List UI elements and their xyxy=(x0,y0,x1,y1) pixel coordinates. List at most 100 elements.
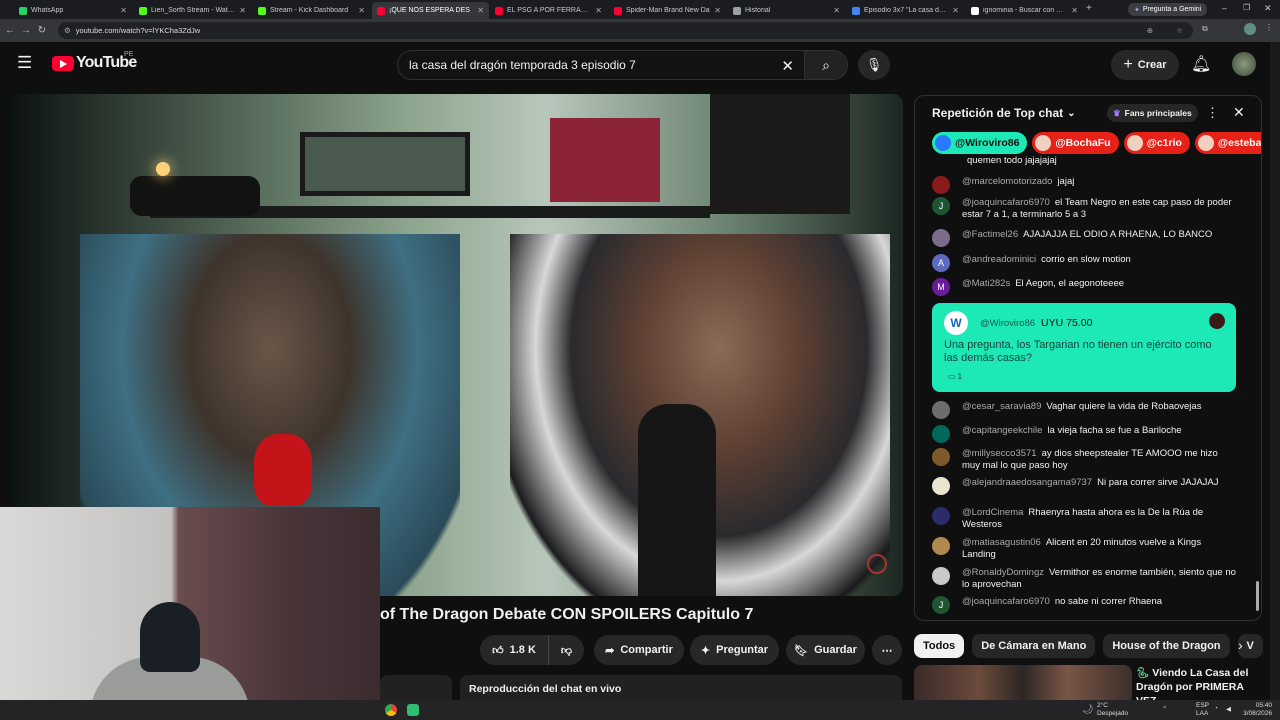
chat-author[interactable]: @joaquincafaro6970 xyxy=(962,197,1050,208)
dislike-button[interactable]: 👎︎ xyxy=(548,635,584,665)
chat-message[interactable]: @Factimel26 AJAJAJJA EL ODIO A RHAENA, LO… xyxy=(932,229,1237,247)
browser-menu-icon[interactable]: ⋮ xyxy=(1265,23,1273,32)
chat-author[interactable]: @RonaldyDomingz xyxy=(962,567,1044,578)
chat-author[interactable]: @alejandraaedosangama9737 xyxy=(962,477,1092,488)
browser-tab[interactable]: Spider-Man Brand New Da ✕ xyxy=(609,2,726,19)
chat-message[interactable]: quemen todo jajajajaj xyxy=(932,155,1237,173)
chat-avatar[interactable] xyxy=(932,176,950,194)
browser-tab[interactable]: Lien_Sorth Stream - Watch Live✕ xyxy=(134,2,251,19)
browser-tab[interactable]: ¡QUE NOS ESPERA DES ✕ xyxy=(372,2,489,19)
chat-scrollbar[interactable] xyxy=(1256,581,1259,611)
tab-close-icon[interactable]: ✕ xyxy=(477,6,484,15)
chat-avatar[interactable] xyxy=(932,567,950,585)
save-button[interactable]: 🔖︎ Guardar xyxy=(786,635,865,665)
superchat-heart-icon[interactable] xyxy=(1209,313,1225,329)
chat-avatar[interactable] xyxy=(932,229,950,247)
back-icon[interactable]: ← xyxy=(2,25,18,36)
browser-tab[interactable]: WhatsApp ✕ xyxy=(14,2,132,19)
tab-close-icon[interactable]: ✕ xyxy=(1071,6,1078,15)
wifi-icon[interactable]: ◔ xyxy=(1214,705,1218,712)
chat-message[interactable]: A @andreadominici corrio en slow motion xyxy=(932,254,1237,272)
supporter-chip[interactable]: @c1rio xyxy=(1123,132,1190,154)
chat-message[interactable]: @cesar_saravia89 Vaghar quiere la vida de… xyxy=(932,401,1237,419)
account-avatar[interactable] xyxy=(1232,52,1256,76)
youtube-logo-icon[interactable] xyxy=(52,56,74,71)
chat-author[interactable]: @joaquincafaro6970 xyxy=(962,596,1050,607)
browser-tab[interactable]: Stream - Kick Dashboard ✕ xyxy=(253,2,370,19)
site-info-icon[interactable]: ⚙ xyxy=(64,26,71,35)
browser-tab[interactable]: ignominia - Buscar con Google ✕ xyxy=(966,2,1083,19)
tab-close-icon[interactable]: ✕ xyxy=(595,6,602,15)
chat-options-icon[interactable]: ⋮ xyxy=(1206,105,1219,121)
tray-chevron-icon[interactable]: ⌃ xyxy=(1162,705,1167,713)
chevron-right-icon[interactable]: › xyxy=(1238,637,1243,653)
tab-close-icon[interactable]: ✕ xyxy=(952,6,959,15)
bookmark-star-icon[interactable]: ☆ xyxy=(1176,26,1183,35)
chat-author[interactable]: @cesar_saravia89 xyxy=(962,401,1041,412)
supporter-chip[interactable]: @Wiroviro86 xyxy=(932,132,1028,154)
minimize-icon[interactable]: – xyxy=(1222,3,1227,13)
search-button[interactable]: ⌕ xyxy=(804,50,848,80)
supporter-chip[interactable]: @esteban xyxy=(1194,132,1261,154)
chat-avatar[interactable] xyxy=(932,537,950,555)
notifications-bell-icon[interactable]: 🔔︎ xyxy=(1191,54,1211,74)
chrome-taskbar-icon[interactable] xyxy=(385,704,397,716)
gemini-button[interactable]: ✦ Pregunta a Gemini xyxy=(1128,3,1208,16)
more-actions-button[interactable]: ⋯ xyxy=(872,635,902,665)
volume-icon[interactable]: ◀ xyxy=(1226,705,1231,713)
create-button[interactable]: + Crear xyxy=(1111,50,1179,80)
filter-chip[interactable]: Todos xyxy=(914,634,965,658)
chat-avatar[interactable]: M xyxy=(932,278,950,296)
chat-author[interactable]: @Mati282s xyxy=(962,278,1010,289)
chat-message[interactable]: J @joaquincafaro6970 no sabe ni correr Rha… xyxy=(932,596,1237,614)
tab-close-icon[interactable]: ✕ xyxy=(239,6,246,15)
profile-icon[interactable] xyxy=(1244,23,1256,35)
chat-message[interactable]: @alejandraaedosangama9737 Ni para correr … xyxy=(932,477,1237,495)
close-window-icon[interactable]: ✕ xyxy=(1264,3,1272,14)
search-input[interactable]: la casa del dragón temporada 3 episodio … xyxy=(397,50,805,80)
chat-avatar[interactable] xyxy=(932,401,950,419)
new-tab-button[interactable]: + xyxy=(1086,3,1092,14)
chat-message[interactable]: @millysecco3571 ay dios sheepstealer TE A… xyxy=(932,448,1237,472)
obs-taskbar-icon[interactable] xyxy=(407,704,419,716)
browser-tab[interactable]: Episodio 3x7 "La casa del d ✕ xyxy=(847,2,964,19)
superchat-card[interactable]: W @Wiroviro86 UYU 75.00 Una pregunta, lo… xyxy=(932,303,1236,392)
chat-mode-title[interactable]: Repetición de Top chat xyxy=(932,106,1063,120)
chat-message[interactable]: @marcelomotorizado jajaj xyxy=(932,176,1237,194)
tab-close-icon[interactable]: ✕ xyxy=(714,6,721,15)
page-scrollbar[interactable] xyxy=(1270,42,1280,700)
browser-tab[interactable]: EL PSG A POR FERRAN TO ✕ xyxy=(490,2,607,19)
tab-close-icon[interactable]: ✕ xyxy=(120,6,127,15)
related-video-thumbnail[interactable] xyxy=(914,665,1132,705)
chat-message[interactable]: @LordCinema Rhaenyra hasta ahora es la De… xyxy=(932,507,1237,531)
filter-chip[interactable]: De Cámara en Mano xyxy=(972,634,1096,658)
chat-author[interactable]: @capitangeekchile xyxy=(962,425,1042,436)
like-button[interactable]: 👍︎ 1.8 K xyxy=(480,635,548,665)
restore-icon[interactable]: ❐ xyxy=(1243,3,1250,12)
filter-chip[interactable]: House of the Dragon xyxy=(1103,634,1230,658)
top-fans-button[interactable]: ♛ Fans principales xyxy=(1107,104,1198,122)
tab-close-icon[interactable]: ✕ xyxy=(833,6,840,15)
chat-author[interactable]: @marcelomotorizado xyxy=(962,176,1052,187)
chat-author[interactable]: @millysecco3571 xyxy=(962,448,1037,459)
chat-author[interactable]: @matiasagustin06 xyxy=(962,537,1041,548)
chat-author[interactable]: @LordCinema xyxy=(962,507,1023,518)
forward-icon[interactable]: → xyxy=(18,25,34,36)
chevron-down-icon[interactable]: ⌄ xyxy=(1067,108,1075,119)
chat-message[interactable]: @matiasagustin06 Alicent en 20 minutos vu… xyxy=(932,537,1237,561)
chat-avatar[interactable]: A xyxy=(932,254,950,272)
share-button[interactable]: ➦ Compartir xyxy=(594,635,684,665)
chat-avatar[interactable] xyxy=(932,425,950,443)
ask-button[interactable]: ✦ Preguntar xyxy=(690,635,779,665)
language-top[interactable]: ESP xyxy=(1196,702,1209,709)
chat-message[interactable]: @RonaldyDomingz Vermithor es enorme tambi… xyxy=(932,567,1237,591)
clear-search-icon[interactable]: ✕ xyxy=(781,57,794,75)
extensions-icon[interactable]: ⧉ xyxy=(1202,24,1208,34)
chat-author[interactable]: @andreadominici xyxy=(962,254,1036,265)
clock-date[interactable]: 3/08/2026 xyxy=(1240,710,1272,717)
zoom-icon[interactable]: ⊕ xyxy=(1147,26,1153,35)
menu-icon[interactable]: ☰ xyxy=(17,54,32,71)
clock-time[interactable]: 05:40 xyxy=(1244,702,1272,709)
close-chat-icon[interactable]: ✕ xyxy=(1233,104,1245,121)
supporter-chip[interactable]: @BochaFu xyxy=(1032,132,1119,154)
